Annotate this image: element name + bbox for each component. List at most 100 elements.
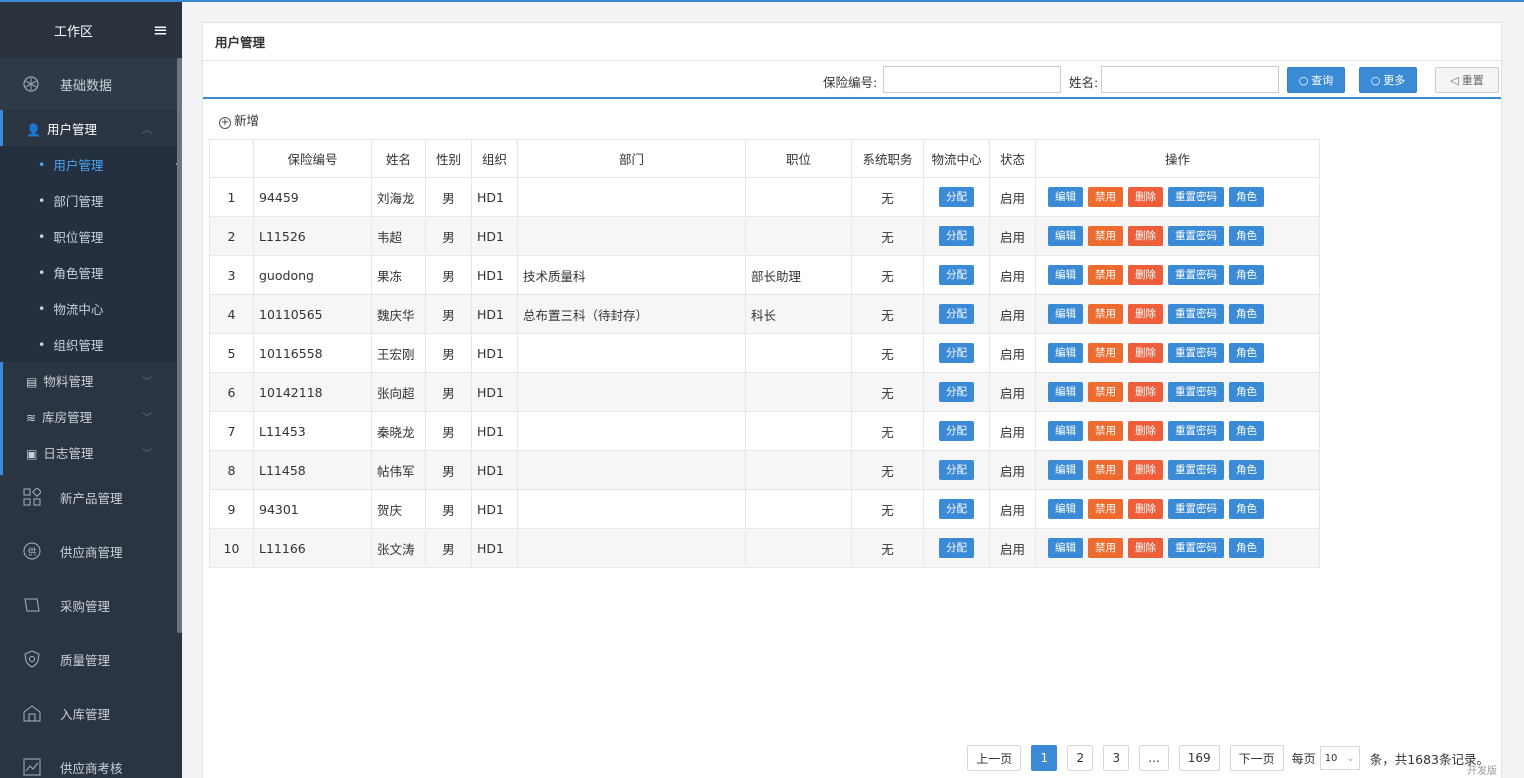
per-page-select[interactable]: 10 ⌄ <box>1319 746 1360 770</box>
edit-button[interactable]: 编辑 <box>1048 421 1083 441</box>
cell-org: HD1 <box>471 333 518 373</box>
insurance-no-input[interactable] <box>883 66 1061 93</box>
disable-button[interactable]: 禁用 <box>1088 265 1123 285</box>
edit-button[interactable]: 编辑 <box>1048 538 1083 558</box>
sidebar-item-new-product[interactable]: 新产品管理 <box>0 470 182 524</box>
user-mgmt-panel: 用户管理 保险编号: 姓名: ○查询 ○更多 ◁重置 +新增 保险编号 <box>202 22 1502 778</box>
hamburger-menu-icon[interactable]: ≡ <box>153 20 168 41</box>
assign-button[interactable]: 分配 <box>939 226 974 246</box>
delete-button[interactable]: 删除 <box>1128 460 1163 480</box>
next-page-button[interactable]: 下一页 <box>1229 745 1284 771</box>
disable-button[interactable]: 禁用 <box>1088 538 1123 558</box>
edit-button[interactable]: 编辑 <box>1048 187 1083 207</box>
role-button[interactable]: 角色 <box>1229 538 1264 558</box>
more-button[interactable]: ○ 更多 <box>1359 67 1417 93</box>
cell-sys-duty: 无 <box>851 333 924 373</box>
edit-button[interactable]: 编辑 <box>1048 460 1083 480</box>
edit-button[interactable]: 编辑 <box>1048 343 1083 363</box>
assign-button[interactable]: 分配 <box>939 343 974 363</box>
table-row: 2 L11526 韦超男 HD1 无分配 启用 编辑 禁用 删除 重置密码 角色 <box>209 216 1320 256</box>
query-button[interactable]: ○ 查询 <box>1287 67 1345 93</box>
role-button[interactable]: 角色 <box>1229 343 1264 363</box>
delete-button[interactable]: 删除 <box>1128 538 1163 558</box>
sidebar-item-inbound[interactable]: 入库管理 <box>0 686 182 740</box>
assign-button[interactable]: 分配 <box>939 304 974 324</box>
sidebar-item-supplier[interactable]: 供 供应商管理 <box>0 524 182 578</box>
name-input[interactable] <box>1101 66 1279 93</box>
delete-button[interactable]: 删除 <box>1128 343 1163 363</box>
reset-password-button[interactable]: 重置密码 <box>1168 187 1224 207</box>
prev-page-button[interactable]: 上一页 <box>967 745 1022 771</box>
reset-password-button[interactable]: 重置密码 <box>1168 226 1224 246</box>
sidebar-subitem-position-mgmt[interactable]: • 职位管理 <box>0 218 182 254</box>
role-button[interactable]: 角色 <box>1229 421 1264 441</box>
cell-logistics: 分配 <box>923 411 990 451</box>
reset-password-button[interactable]: 重置密码 <box>1168 460 1224 480</box>
disable-button[interactable]: 禁用 <box>1088 460 1123 480</box>
page-ellipsis-button[interactable]: ... <box>1139 745 1169 771</box>
delete-button[interactable]: 删除 <box>1128 382 1163 402</box>
role-button[interactable]: 角色 <box>1229 382 1264 402</box>
delete-button[interactable]: 删除 <box>1128 421 1163 441</box>
role-button[interactable]: 角色 <box>1229 226 1264 246</box>
assign-button[interactable]: 分配 <box>939 421 974 441</box>
assign-button[interactable]: 分配 <box>939 265 974 285</box>
sidebar-group-log-mgmt[interactable]: ▣ 日志管理 ﹀ <box>0 434 182 470</box>
sidebar-item-supplier-eval[interactable]: 供应商考核 <box>0 740 182 778</box>
cell-position <box>745 177 852 217</box>
sidebar-subitem-user-mgmt[interactable]: • 用户管理 <box>0 146 182 182</box>
reset-password-button[interactable]: 重置密码 <box>1168 343 1224 363</box>
role-button[interactable]: 角色 <box>1229 265 1264 285</box>
reset-password-button[interactable]: 重置密码 <box>1168 265 1224 285</box>
edit-button[interactable]: 编辑 <box>1048 382 1083 402</box>
delete-button[interactable]: 删除 <box>1128 187 1163 207</box>
delete-button[interactable]: 删除 <box>1128 226 1163 246</box>
role-button[interactable]: 角色 <box>1229 460 1264 480</box>
disable-button[interactable]: 禁用 <box>1088 421 1123 441</box>
edit-button[interactable]: 编辑 <box>1048 499 1083 519</box>
assign-button[interactable]: 分配 <box>939 538 974 558</box>
page-1-button[interactable]: 1 <box>1031 745 1058 771</box>
edit-button[interactable]: 编辑 <box>1048 265 1083 285</box>
sidebar-group-user-mgmt[interactable]: 👤 用户管理 ︿ <box>0 110 182 146</box>
sidebar-subitem-role-mgmt[interactable]: • 角色管理 <box>0 254 182 290</box>
role-button[interactable]: 角色 <box>1229 187 1264 207</box>
disable-button[interactable]: 禁用 <box>1088 382 1123 402</box>
role-button[interactable]: 角色 <box>1229 304 1264 324</box>
cell-index: 5 <box>209 333 254 373</box>
sidebar-item-purchase[interactable]: 采购管理 <box>0 578 182 632</box>
delete-button[interactable]: 删除 <box>1128 499 1163 519</box>
page-2-button[interactable]: 2 <box>1067 745 1094 771</box>
sidebar-subitem-logistics[interactable]: • 物流中心 <box>0 290 182 326</box>
delete-button[interactable]: 删除 <box>1128 265 1163 285</box>
reset-password-button[interactable]: 重置密码 <box>1168 382 1224 402</box>
reset-password-button[interactable]: 重置密码 <box>1168 538 1224 558</box>
disable-button[interactable]: 禁用 <box>1088 226 1123 246</box>
sidebar-group-warehouse-mgmt[interactable]: ≋ 库房管理 ﹀ <box>0 398 182 434</box>
sidebar-item-basic-data[interactable]: 基础数据 <box>0 58 182 110</box>
sidebar-subitem-org-mgmt[interactable]: • 组织管理 <box>0 326 182 362</box>
reset-password-button[interactable]: 重置密码 <box>1168 499 1224 519</box>
sidebar-subitem-dept-mgmt[interactable]: • 部门管理 <box>0 182 182 218</box>
page-last-button[interactable]: 169 <box>1178 745 1220 771</box>
sidebar-group-material-mgmt[interactable]: ▤ 物料管理 ﹀ <box>0 362 182 398</box>
edit-button[interactable]: 编辑 <box>1048 226 1083 246</box>
reset-password-button[interactable]: 重置密码 <box>1168 304 1224 324</box>
assign-button[interactable]: 分配 <box>939 460 974 480</box>
reset-password-button[interactable]: 重置密码 <box>1168 421 1224 441</box>
assign-button[interactable]: 分配 <box>939 499 974 519</box>
reset-button[interactable]: ◁ 重置 <box>1435 67 1499 93</box>
page-3-button[interactable]: 3 <box>1103 745 1130 771</box>
assign-button[interactable]: 分配 <box>939 382 974 402</box>
disable-button[interactable]: 禁用 <box>1088 304 1123 324</box>
disable-button[interactable]: 禁用 <box>1088 343 1123 363</box>
add-button[interactable]: + 新增 <box>219 110 259 129</box>
disable-button[interactable]: 禁用 <box>1088 499 1123 519</box>
assign-button[interactable]: 分配 <box>939 187 974 207</box>
sidebar-group-label: 用户管理 <box>46 121 97 137</box>
role-button[interactable]: 角色 <box>1229 499 1264 519</box>
sidebar-item-quality[interactable]: 质量管理 <box>0 632 182 686</box>
edit-button[interactable]: 编辑 <box>1048 304 1083 324</box>
disable-button[interactable]: 禁用 <box>1088 187 1123 207</box>
delete-button[interactable]: 删除 <box>1128 304 1163 324</box>
